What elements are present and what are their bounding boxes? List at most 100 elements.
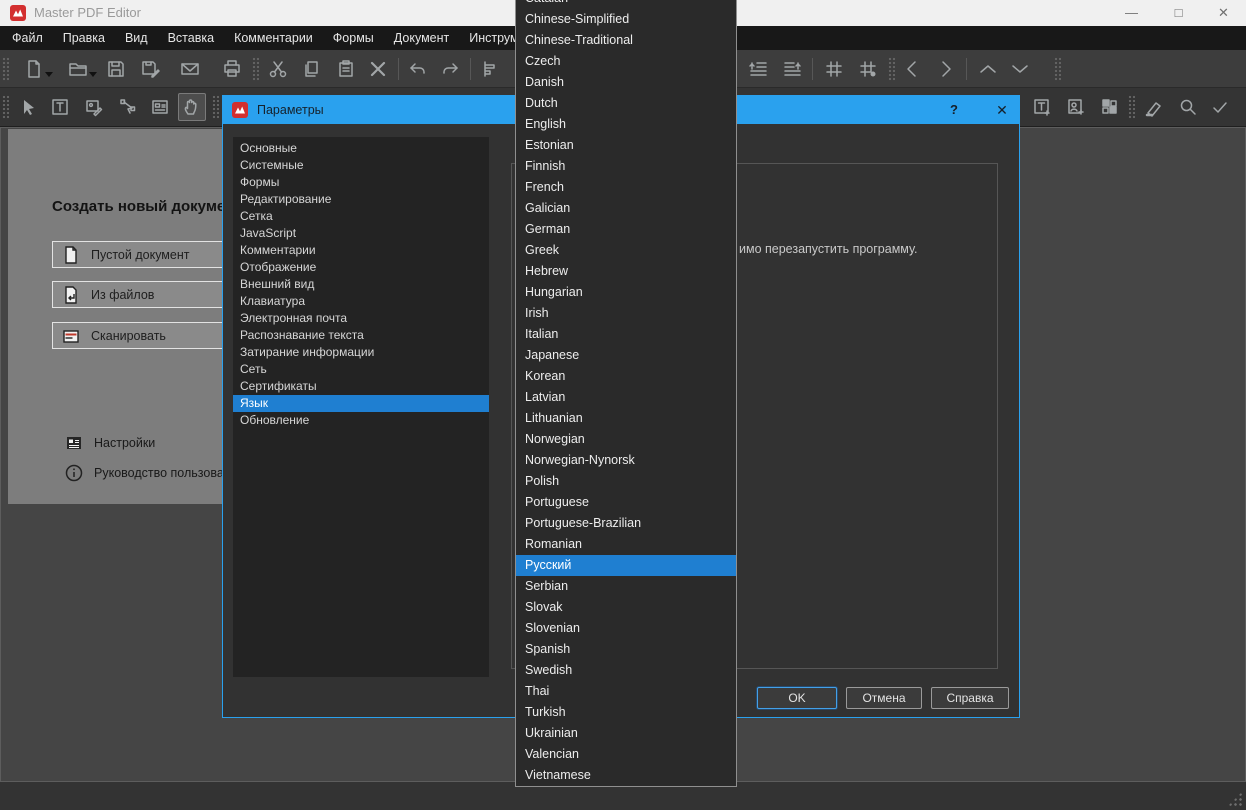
scroll-down-button[interactable] [1006, 55, 1034, 83]
close-button[interactable]: ✕ [1201, 0, 1246, 26]
category-item[interactable]: Затирание информации [233, 344, 489, 361]
language-option[interactable]: Thai [516, 681, 736, 702]
next-page-button[interactable] [932, 55, 960, 83]
language-option[interactable]: Galician [516, 198, 736, 219]
toolbar-grip[interactable] [2, 57, 9, 81]
add-text-button[interactable] [1028, 93, 1056, 121]
language-option[interactable]: Portuguese [516, 492, 736, 513]
category-item[interactable]: Сетка [233, 208, 489, 225]
minimize-button[interactable]: — [1109, 0, 1154, 26]
language-option[interactable]: Slovak [516, 597, 736, 618]
category-item[interactable]: Формы [233, 174, 489, 191]
edit-object-tool-button[interactable] [114, 93, 142, 121]
cancel-button[interactable]: Отмена [846, 687, 922, 709]
category-item[interactable]: Комментарии [233, 242, 489, 259]
language-option[interactable]: Italian [516, 324, 736, 345]
language-option[interactable]: Valencian [516, 744, 736, 765]
category-item[interactable]: Сеть [233, 361, 489, 378]
snap-to-grid-button[interactable] [854, 55, 882, 83]
language-option[interactable]: Finnish [516, 156, 736, 177]
language-option[interactable]: Hungarian [516, 282, 736, 303]
resize-grip[interactable] [1228, 792, 1242, 806]
settings-link[interactable]: Настройки [64, 433, 155, 453]
language-option[interactable]: Русский [516, 555, 736, 576]
previous-page-button[interactable] [898, 55, 926, 83]
category-item[interactable]: Редактирование [233, 191, 489, 208]
add-shapes-button[interactable] [1096, 93, 1124, 121]
category-item[interactable]: Клавиатура [233, 293, 489, 310]
language-option[interactable]: Latvian [516, 387, 736, 408]
category-item[interactable]: Язык [233, 395, 489, 412]
menu-item[interactable]: Комментарии [224, 26, 323, 50]
menu-item[interactable]: Вставка [158, 26, 224, 50]
copy-button[interactable] [298, 55, 326, 83]
highlighter-button[interactable] [1140, 93, 1168, 121]
language-option[interactable]: Czech [516, 51, 736, 72]
toolbar-grip[interactable] [888, 57, 895, 81]
language-option[interactable]: Portuguese-Brazilian [516, 513, 736, 534]
language-option[interactable]: Japanese [516, 345, 736, 366]
language-option[interactable]: German [516, 219, 736, 240]
language-option[interactable]: Polish [516, 471, 736, 492]
new-document-button[interactable] [14, 55, 54, 83]
scroll-up-button[interactable] [974, 55, 1002, 83]
hand-tool-button[interactable] [178, 93, 206, 121]
save-as-button[interactable] [136, 55, 164, 83]
indent-left-button[interactable] [744, 55, 772, 83]
validate-button[interactable] [1206, 93, 1234, 121]
language-option[interactable]: Slovenian [516, 618, 736, 639]
edit-image-tool-button[interactable] [80, 93, 108, 121]
category-item[interactable]: Системные [233, 157, 489, 174]
toolbar-grip[interactable] [212, 95, 219, 119]
category-item[interactable]: JavaScript [233, 225, 489, 242]
language-option[interactable]: Danish [516, 72, 736, 93]
dialog-help-button[interactable]: ? [939, 96, 969, 124]
add-image-button[interactable] [1062, 93, 1090, 121]
show-grid-button[interactable] [820, 55, 848, 83]
language-option[interactable]: Serbian [516, 576, 736, 597]
toolbar-grip[interactable] [1128, 95, 1135, 119]
save-button[interactable] [102, 55, 130, 83]
toolbar-grip[interactable] [252, 57, 259, 81]
toolbar-grip[interactable] [1054, 57, 1061, 81]
email-button[interactable] [176, 55, 204, 83]
language-option[interactable]: English [516, 114, 736, 135]
form-designer-button[interactable] [146, 93, 174, 121]
help-button[interactable]: Справка [931, 687, 1009, 709]
language-option[interactable]: Korean [516, 366, 736, 387]
menu-item[interactable]: Вид [115, 26, 158, 50]
print-button[interactable] [218, 55, 246, 83]
align-button[interactable] [476, 55, 504, 83]
menu-item[interactable]: Правка [53, 26, 115, 50]
menu-item[interactable]: Формы [323, 26, 384, 50]
paste-button[interactable] [332, 55, 360, 83]
menu-item[interactable]: Документ [384, 26, 459, 50]
language-option[interactable]: Hebrew [516, 261, 736, 282]
open-button[interactable] [58, 55, 98, 83]
zoom-tool-button[interactable] [1174, 93, 1202, 121]
language-option[interactable]: Estonian [516, 135, 736, 156]
category-item[interactable]: Электронная почта [233, 310, 489, 327]
cut-button[interactable] [264, 55, 292, 83]
language-option[interactable]: Irish [516, 303, 736, 324]
language-option[interactable]: Norwegian [516, 429, 736, 450]
language-option[interactable]: Ukrainian [516, 723, 736, 744]
dialog-close-button[interactable]: ✕ [985, 96, 1019, 124]
language-option[interactable]: Lithuanian [516, 408, 736, 429]
select-tool-button[interactable] [14, 93, 42, 121]
language-option[interactable]: Spanish [516, 639, 736, 660]
indent-right-button[interactable] [778, 55, 806, 83]
undo-button[interactable] [404, 55, 432, 83]
toolbar-grip[interactable] [2, 95, 9, 119]
language-option[interactable]: Swedish [516, 660, 736, 681]
language-option[interactable]: Catalan [516, 0, 736, 9]
delete-button[interactable] [364, 55, 392, 83]
menu-item[interactable]: Файл [2, 26, 53, 50]
language-option[interactable]: Norwegian-Nynorsk [516, 450, 736, 471]
language-option[interactable]: French [516, 177, 736, 198]
category-item[interactable]: Основные [233, 140, 489, 157]
category-item[interactable]: Обновление [233, 412, 489, 429]
language-option[interactable]: Chinese-Simplified [516, 9, 736, 30]
category-item[interactable]: Отображение [233, 259, 489, 276]
ok-button[interactable]: OK [757, 687, 837, 709]
